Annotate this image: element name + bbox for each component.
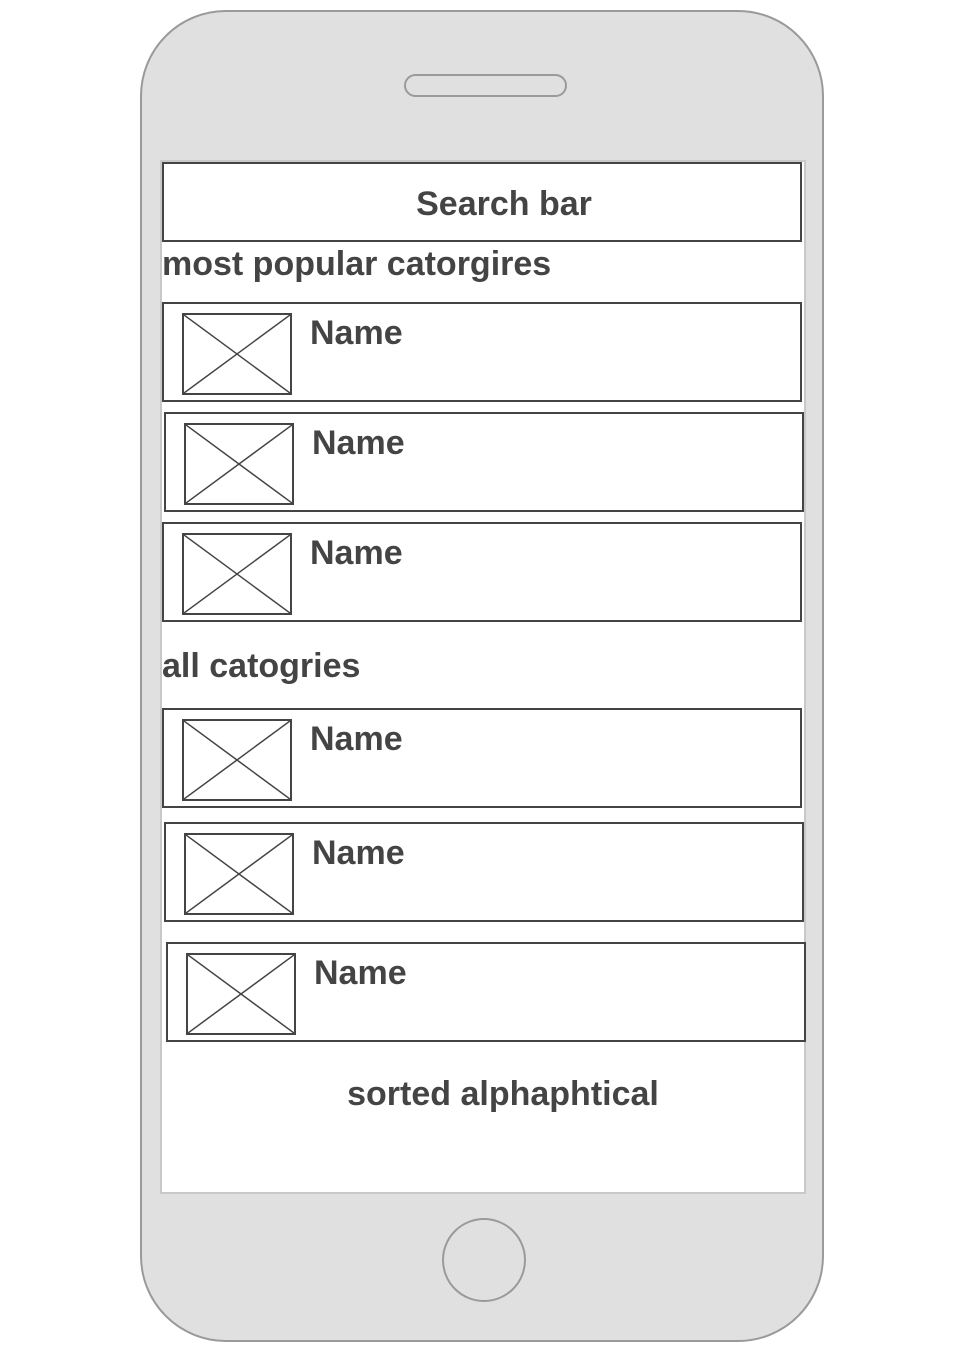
image-placeholder-icon — [182, 533, 292, 615]
category-item[interactable]: Name — [164, 822, 804, 922]
all-categories-heading: all catogries — [162, 647, 361, 685]
popular-category-item[interactable]: Name — [164, 412, 804, 512]
category-name: Name — [310, 720, 403, 758]
category-name: Name — [314, 954, 407, 992]
category-name: Name — [312, 424, 405, 462]
category-item[interactable]: Name — [166, 942, 806, 1042]
popular-category-item[interactable]: Name — [162, 522, 802, 622]
sort-note: sorted alphaphtical — [347, 1075, 659, 1113]
image-placeholder-icon — [184, 423, 294, 505]
image-placeholder-icon — [186, 953, 296, 1035]
phone-speaker — [404, 74, 567, 97]
home-button[interactable] — [442, 1218, 526, 1302]
category-item[interactable]: Name — [162, 708, 802, 808]
category-name: Name — [312, 834, 405, 872]
popular-category-item[interactable]: Name — [162, 302, 802, 402]
popular-categories-heading: most popular catorgires — [162, 245, 552, 283]
search-bar[interactable]: Search bar — [162, 162, 802, 242]
category-name: Name — [310, 534, 403, 572]
category-name: Name — [310, 314, 403, 352]
image-placeholder-icon — [184, 833, 294, 915]
image-placeholder-icon — [182, 313, 292, 395]
image-placeholder-icon — [182, 719, 292, 801]
search-bar-label: Search bar — [416, 185, 592, 223]
